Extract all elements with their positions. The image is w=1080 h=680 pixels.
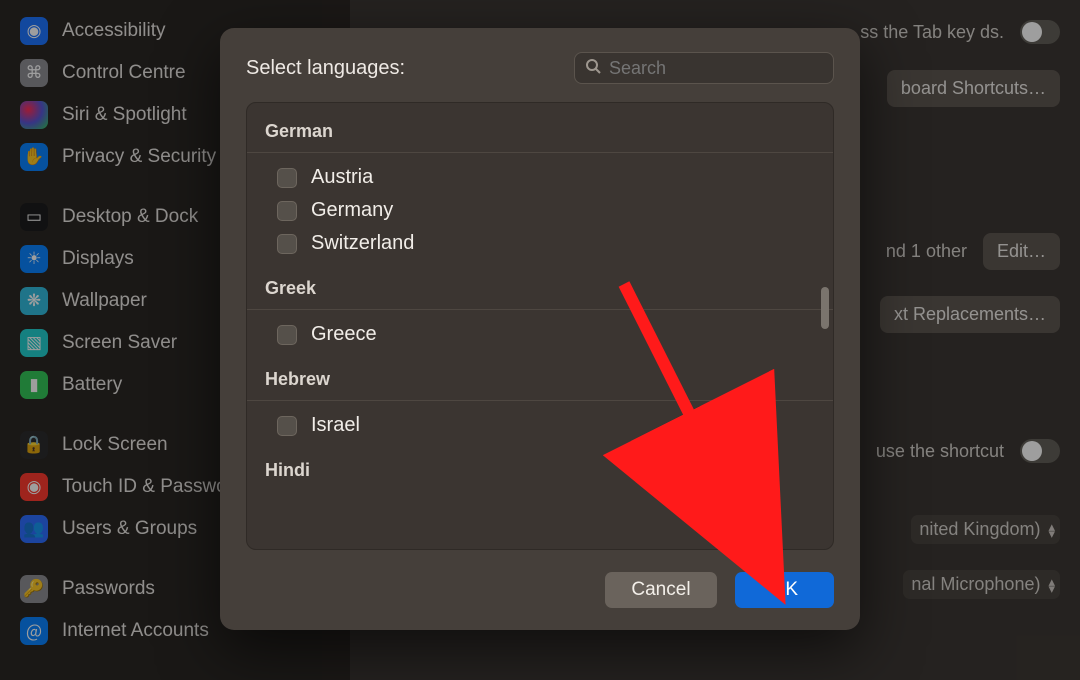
group-header: Hebrew [247, 351, 833, 400]
modal-title: Select languages: [246, 57, 405, 80]
language-row[interactable]: Germany [247, 194, 833, 227]
ok-button[interactable]: OK [735, 572, 834, 608]
group-header: Greek [247, 260, 833, 309]
checkbox[interactable] [277, 168, 297, 188]
group-header: Hindi [247, 442, 833, 491]
scrollbar-thumb[interactable] [821, 287, 829, 329]
select-languages-modal: Select languages: German Austria Germany… [220, 28, 860, 630]
search-field[interactable] [574, 52, 834, 84]
language-row[interactable]: Greece [247, 318, 833, 351]
checkbox[interactable] [277, 201, 297, 221]
language-row[interactable]: Switzerland [247, 227, 833, 260]
cancel-button[interactable]: Cancel [605, 572, 716, 608]
search-input[interactable] [609, 58, 823, 79]
language-label: Israel [311, 414, 360, 437]
language-label: Germany [311, 199, 393, 222]
checkbox[interactable] [277, 325, 297, 345]
language-row[interactable]: Israel [247, 409, 833, 442]
language-scroll[interactable]: German Austria Germany Switzerland Greek… [247, 103, 833, 549]
language-label: Switzerland [311, 232, 414, 255]
language-label: Austria [311, 166, 373, 189]
group-header: German [247, 103, 833, 152]
language-label: Greece [311, 323, 377, 346]
language-list: German Austria Germany Switzerland Greek… [246, 102, 834, 550]
checkbox[interactable] [277, 234, 297, 254]
language-row[interactable]: Austria [247, 161, 833, 194]
search-icon [585, 58, 601, 79]
checkbox[interactable] [277, 416, 297, 436]
